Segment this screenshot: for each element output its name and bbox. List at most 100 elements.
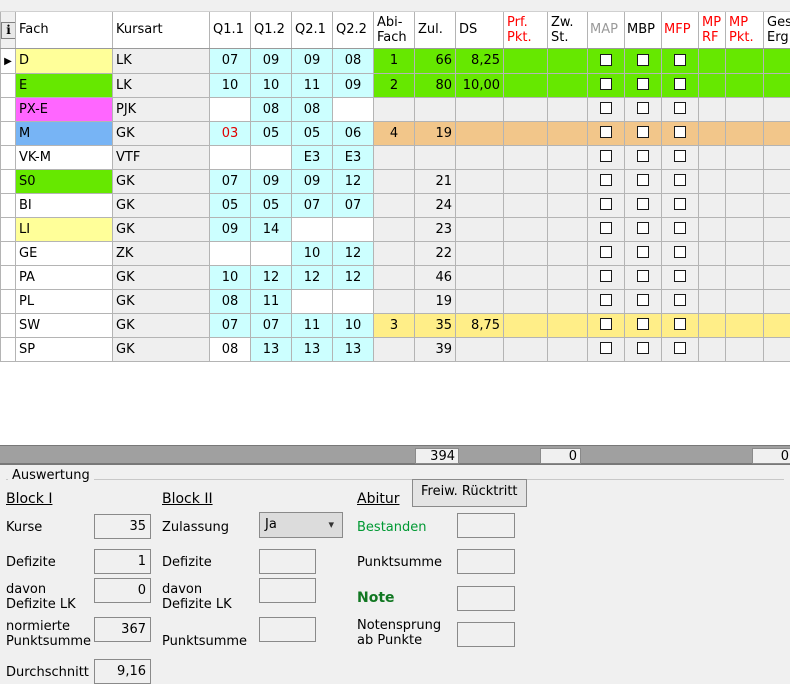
cell-mp-rf[interactable]	[698, 336, 726, 362]
cell-gesamtergebnis[interactable]	[763, 240, 790, 266]
cell-q11[interactable]: 10	[209, 72, 251, 98]
cell-gesamtergebnis[interactable]	[763, 144, 790, 170]
cell-durchschnitt[interactable]: 8,75	[455, 312, 504, 338]
cell-zulassungspunkte[interactable]: 24	[414, 192, 456, 218]
checkbox-mfp-icon[interactable]	[674, 150, 686, 162]
cell-zulassungspunkte[interactable]	[414, 144, 456, 170]
cell-abifach[interactable]: 3	[373, 312, 415, 338]
cell-pruefungspunkte[interactable]	[503, 47, 548, 74]
cell-durchschnitt[interactable]	[455, 96, 504, 122]
row-selector[interactable]	[0, 72, 16, 98]
cell-pruefungspunkte[interactable]	[503, 96, 548, 122]
cell-q12[interactable]: 08	[250, 96, 292, 122]
cell-q11[interactable]: 08	[209, 336, 251, 362]
cell-q12[interactable]: 05	[250, 120, 292, 146]
checkbox-map-icon[interactable]	[600, 150, 612, 162]
row-selector[interactable]	[0, 216, 16, 242]
cell-mbp-checkbox[interactable]	[624, 216, 662, 242]
cell-q21[interactable]: 10	[291, 240, 333, 266]
cell-mfp-checkbox[interactable]	[661, 288, 699, 314]
row-selector[interactable]	[0, 240, 16, 266]
cell-mfp-checkbox[interactable]	[661, 72, 699, 98]
cell-gesamtergebnis[interactable]	[763, 312, 790, 338]
block2-defizite-field[interactable]	[259, 548, 316, 574]
cell-abifach[interactable]: 4	[373, 120, 415, 146]
row-selector[interactable]	[0, 96, 16, 122]
cell-map-checkbox[interactable]	[587, 72, 625, 98]
cell-mfp-checkbox[interactable]	[661, 120, 699, 146]
block2-punktsumme-field[interactable]	[259, 616, 316, 642]
cell-mbp-checkbox[interactable]	[624, 72, 662, 98]
cell-q11[interactable]: 07	[209, 47, 251, 74]
cell-pruefungspunkte[interactable]	[503, 264, 548, 290]
cell-durchschnitt[interactable]	[455, 216, 504, 242]
checkbox-mbp-icon[interactable]	[637, 78, 649, 90]
cell-mp-rf[interactable]	[698, 120, 726, 146]
cell-q11[interactable]: 08	[209, 288, 251, 314]
cell-q22[interactable]: 12	[332, 264, 374, 290]
table-row[interactable]: PA GK 10 12 12 12 46	[0, 264, 790, 290]
column-header-zwst[interactable]: Zw. St.	[547, 12, 588, 49]
cell-gesamtergebnis[interactable]	[763, 264, 790, 290]
cell-kursart[interactable]: GK	[112, 120, 210, 146]
cell-gesamtergebnis[interactable]	[763, 216, 790, 242]
cell-q21[interactable]: 11	[291, 72, 333, 98]
cell-q22[interactable]: 12	[332, 168, 374, 194]
checkbox-mfp-icon[interactable]	[674, 198, 686, 210]
cell-abifach[interactable]	[373, 168, 415, 194]
cell-q21[interactable]: 09	[291, 47, 333, 74]
cell-mfp-checkbox[interactable]	[661, 96, 699, 122]
table-row[interactable]: M GK 03 05 05 06 4 19	[0, 120, 790, 146]
column-header-map[interactable]: MAP	[587, 12, 625, 49]
cell-q21[interactable]: 13	[291, 336, 333, 362]
cell-kursart[interactable]: PJK	[112, 96, 210, 122]
row-selector[interactable]	[0, 312, 16, 338]
cell-q12[interactable]	[250, 240, 292, 266]
checkbox-mbp-icon[interactable]	[637, 294, 649, 306]
cell-mp-rf[interactable]	[698, 47, 726, 74]
cell-kursart[interactable]: GK	[112, 288, 210, 314]
checkbox-map-icon[interactable]	[600, 198, 612, 210]
table-row[interactable]: PL GK 08 11 19	[0, 288, 790, 314]
cell-mp-pkt[interactable]	[725, 144, 764, 170]
cell-durchschnitt[interactable]	[455, 288, 504, 314]
checkbox-mfp-icon[interactable]	[674, 53, 686, 66]
cell-durchschnitt[interactable]	[455, 120, 504, 146]
cell-q21[interactable]: 09	[291, 168, 333, 194]
cell-pruefungspunkte[interactable]	[503, 288, 548, 314]
cell-zwischenstand[interactable]	[547, 144, 588, 170]
cell-fach[interactable]: BI	[15, 192, 113, 218]
cell-q22[interactable]: 06	[332, 120, 374, 146]
chevron-down-icon[interactable]: ▾	[328, 513, 334, 537]
cell-fach[interactable]: S0	[15, 168, 113, 194]
cell-map-checkbox[interactable]	[587, 96, 625, 122]
cell-mp-rf[interactable]	[698, 240, 726, 266]
cell-mfp-checkbox[interactable]	[661, 192, 699, 218]
cell-q22[interactable]: 10	[332, 312, 374, 338]
cell-q12[interactable]	[250, 144, 292, 170]
cell-kursart[interactable]: GK	[112, 264, 210, 290]
cell-mbp-checkbox[interactable]	[624, 47, 662, 74]
block1-kurse-field[interactable]: 35	[94, 513, 151, 539]
row-selector[interactable]	[0, 168, 16, 194]
cell-map-checkbox[interactable]	[587, 144, 625, 170]
table-row[interactable]: E LK 10 10 11 09 2 80 10,00	[0, 72, 790, 98]
cell-fach[interactable]: SP	[15, 336, 113, 362]
cell-fach[interactable]: D	[15, 47, 113, 74]
cell-fach[interactable]: VK-M	[15, 144, 113, 170]
column-header-ds[interactable]: DS	[455, 12, 504, 49]
cell-q11[interactable]	[209, 96, 251, 122]
checkbox-mfp-icon[interactable]	[674, 246, 686, 258]
block1-norm-field[interactable]: 367	[94, 616, 151, 642]
cell-kursart[interactable]: ZK	[112, 240, 210, 266]
cell-mp-pkt[interactable]	[725, 240, 764, 266]
cell-zwischenstand[interactable]	[547, 264, 588, 290]
cell-pruefungspunkte[interactable]	[503, 120, 548, 146]
checkbox-map-icon[interactable]	[600, 318, 612, 330]
cell-fach[interactable]: E	[15, 72, 113, 98]
cell-abifach[interactable]	[373, 96, 415, 122]
cell-q11[interactable]: 07	[209, 312, 251, 338]
table-row[interactable]: LI GK 09 14 23	[0, 216, 790, 242]
checkbox-map-icon[interactable]	[600, 53, 612, 66]
checkbox-map-icon[interactable]	[600, 126, 612, 138]
